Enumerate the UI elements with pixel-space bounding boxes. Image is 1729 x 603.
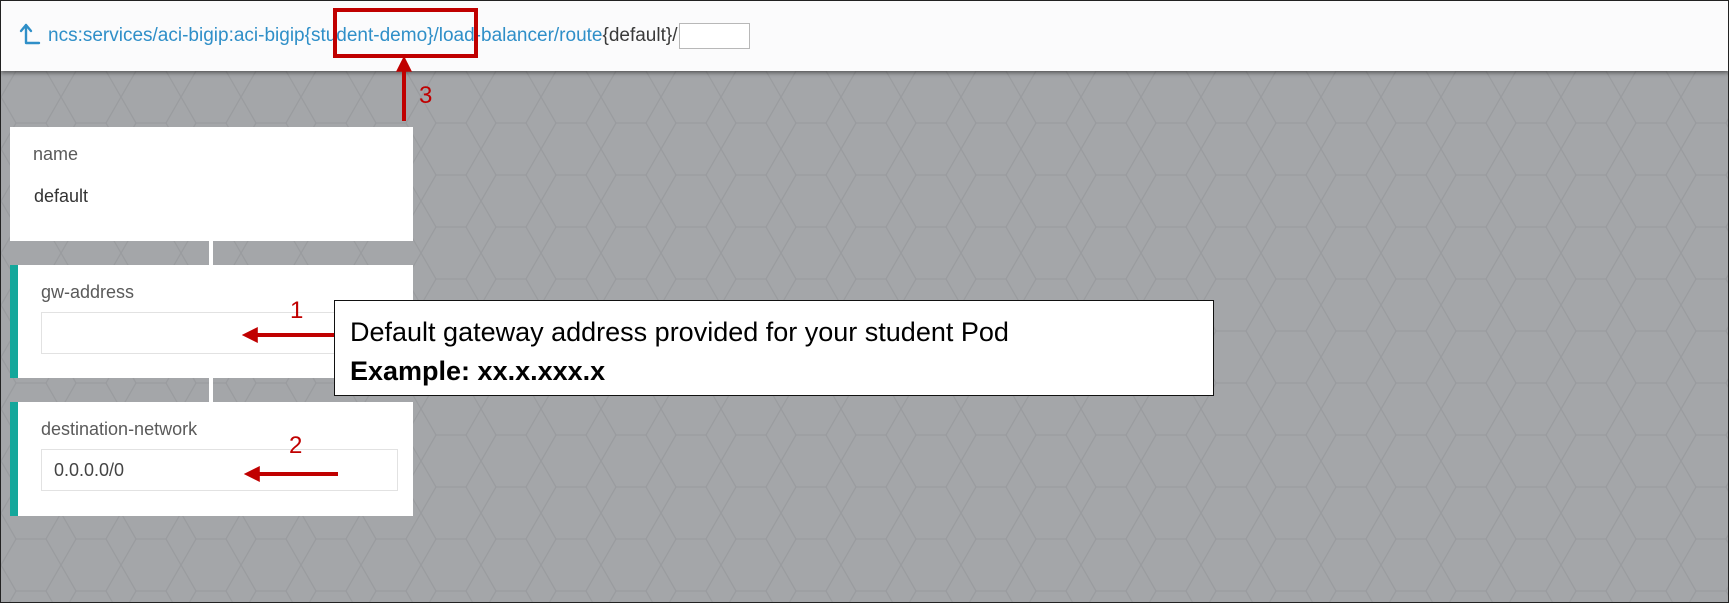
callout-example: Example: xx.x.xxx.x — [350, 356, 606, 386]
destination-network-card: destination-network 0.0.0.0/0 — [10, 402, 413, 516]
gw-address-label: gw-address — [41, 282, 135, 302]
name-value: default — [34, 186, 89, 206]
annotation-marker-3: 3 — [419, 82, 433, 109]
card-connector — [209, 378, 213, 402]
screenshot-frame: ncs:services/aci-bigip:aci-bigip {studen… — [0, 0, 1729, 603]
name-card: name default — [10, 127, 413, 241]
arrow-up-icon[interactable] — [17, 21, 41, 49]
annotation-marker-2: 2 — [289, 432, 303, 459]
destination-network-field[interactable]: 0.0.0.0/0 — [41, 449, 398, 491]
breadcrumb-bar: ncs:services/aci-bigip:aci-bigip {studen… — [1, 1, 1728, 71]
breadcrumb-path-link[interactable]: ncs:services/aci-bigip:aci-bigip — [48, 24, 305, 48]
annotation-callout: Default gateway address provided for you… — [334, 300, 1214, 396]
annotation-marker-1: 1 — [290, 297, 304, 324]
destination-network-label: destination-network — [41, 419, 198, 439]
card-connector — [209, 241, 213, 265]
breadcrumb-current-key: {default}/ — [602, 25, 678, 46]
callout-description: Default gateway address provided for you… — [350, 317, 1009, 347]
breadcrumb-key-input[interactable] — [678, 23, 750, 49]
name-label: name — [33, 144, 79, 164]
annotation-highlight-box — [333, 8, 478, 58]
